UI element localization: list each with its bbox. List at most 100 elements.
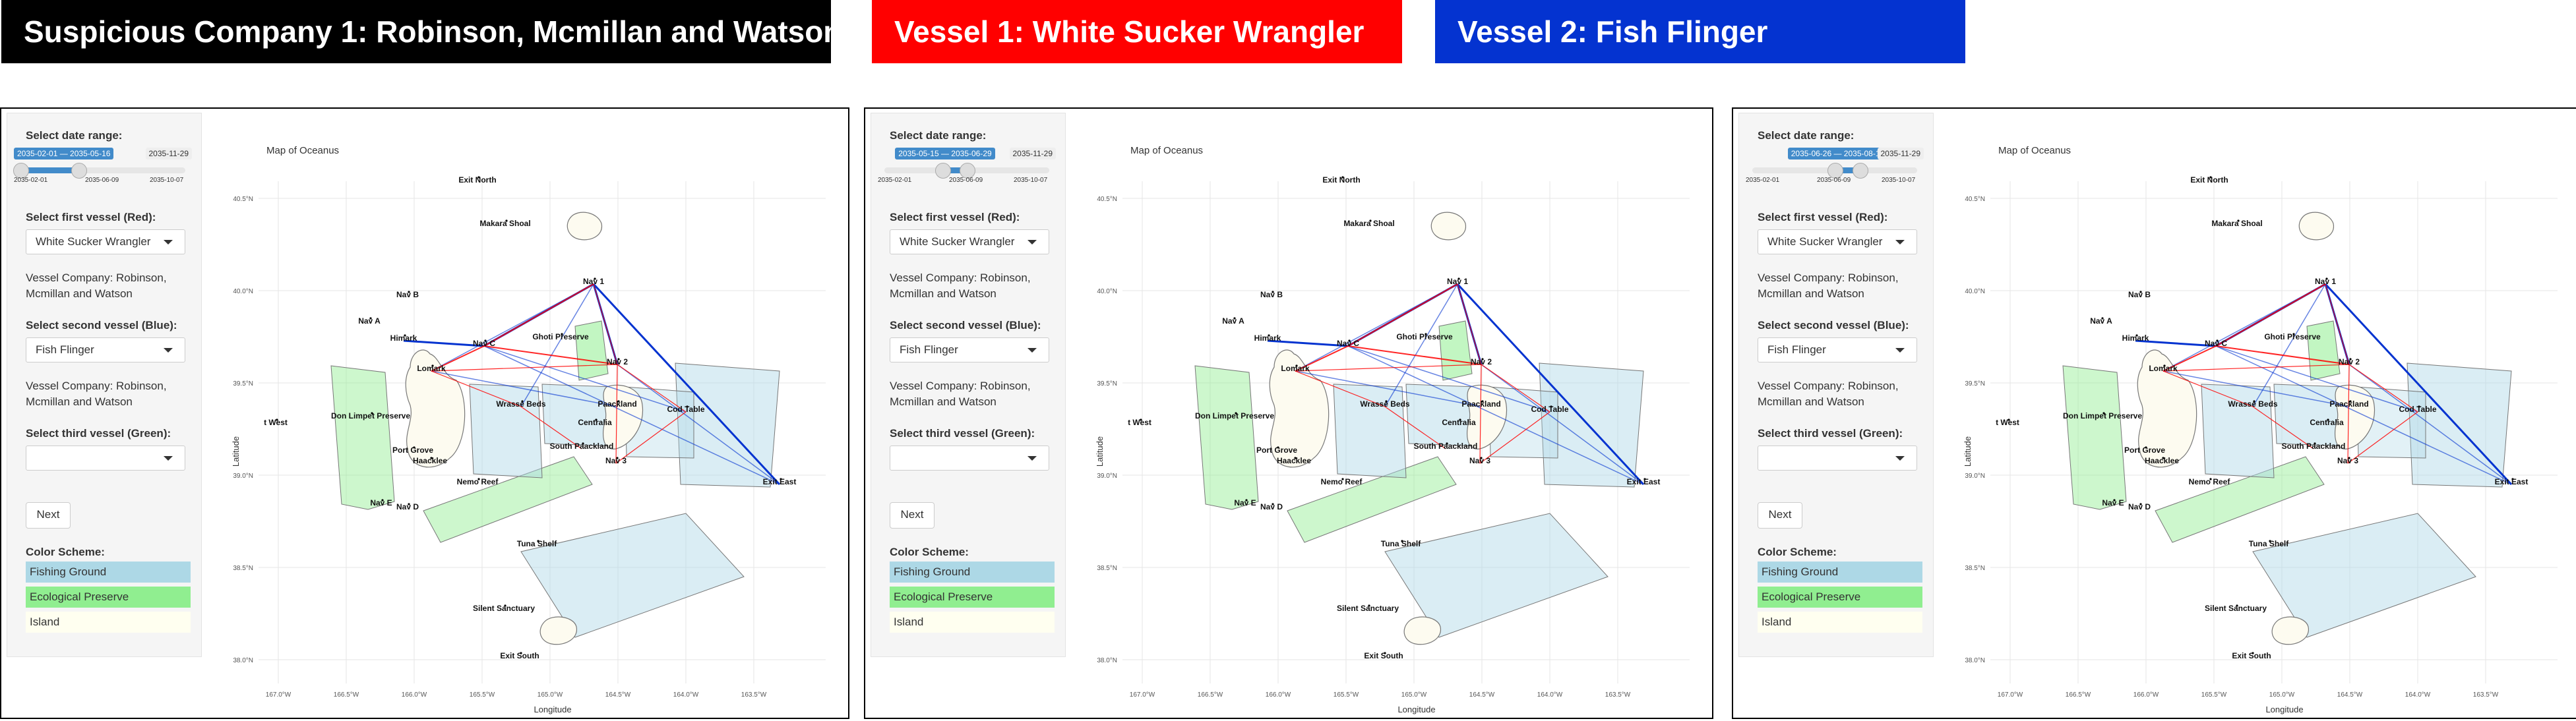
slider-selection [20,167,78,173]
x-axis-label: Longitude [1397,705,1435,714]
place-label: Nav A [2090,316,2112,326]
chevron-down-icon [1027,456,1037,461]
first-vessel-select[interactable]: White Sucker Wrangler [890,229,1049,254]
place-label: Nav 1 [2315,277,2336,286]
date-range-label: Select date range: [1758,129,1855,142]
place-label: Nav E [1234,498,1256,507]
place-label: Port Grove [1256,446,1297,455]
second-vessel-company: Vessel Company: Robinson, Mcmillan and W… [26,380,167,408]
second-vessel-label: Select second vessel (Blue): [26,319,177,332]
place-label: Port Grove [2124,446,2165,455]
place-label: Centralia [2310,418,2344,427]
first-vessel-select[interactable]: White Sucker Wrangler [1758,229,1917,254]
zone-polygon [1333,384,1407,478]
slider-tick: 2035-06-09 [85,177,119,184]
place-label: Tuna Shelf [2249,539,2289,548]
slider-tick: 2035-06-09 [1817,177,1851,184]
place-label: Ghoti Preserve [2264,332,2321,341]
dashboard-panel-2: Select date range: 2035-05-15 — 2035-06-… [864,107,1713,719]
y-tick-label: 40.5°N [233,196,253,203]
place-label: t West [1128,418,1151,427]
place-label: Tuna Shelf [1381,539,1421,548]
next-button[interactable]: Next [890,502,935,529]
place-label: Paackland [598,399,636,409]
zone-polygon [330,365,395,510]
slider-end-handle[interactable] [71,163,87,179]
first-vessel-company: Vessel Company: Robinson, Mcmillan and W… [890,272,1031,300]
first-vessel-select[interactable]: White Sucker Wrangler [26,229,185,254]
second-vessel-company: Vessel Company: Robinson, Mcmillan and W… [890,380,1031,408]
place-label: Nav B [396,290,419,299]
place-label: Port Grove [392,446,433,455]
third-vessel-select[interactable] [1758,446,1917,471]
y-axis-label: Latitude [231,436,241,467]
y-tick-label: 38.0°N [233,657,253,664]
x-tick-label: 166.5°W [2066,691,2091,699]
map-title: Map of Oceanus [266,145,339,156]
legend-island: Island [1758,612,1922,633]
slider-end-handle[interactable] [1852,163,1868,179]
slider-start-handle[interactable] [935,163,951,179]
x-tick-label: 165.5°W [1334,691,1359,699]
place-label: Haacklee [413,456,447,465]
place-label: Nemo Reef [457,477,499,486]
x-tick-label: 163.5°W [741,691,767,699]
slider-track[interactable] [1752,163,1917,179]
next-button[interactable]: Next [26,502,71,529]
legend-fishing-ground: Fishing Ground [26,562,191,583]
x-tick-label: 164.5°W [605,691,631,699]
place-label: Centralia [578,418,612,427]
dashboard-panel-3: Select date range: 2035-06-26 — 2035-08-… [1732,107,2576,719]
date-range-slider[interactable]: 2035-05-15 — 2035-06-29 2035-11-29 2035-… [878,148,1056,187]
place-label: Himark [1254,333,1281,343]
legend-fishing-ground: Fishing Ground [890,562,1055,583]
place-label: Exit East [763,477,797,486]
date-range-value: 2035-02-01 — 2035-05-16 [14,148,114,159]
third-vessel-select[interactable] [890,446,1049,471]
second-vessel-value: Fish Flinger [1767,343,1826,356]
map-title: Map of Oceanus [1130,145,1203,156]
place-label: Cod Table [2399,405,2436,414]
date-range-slider[interactable]: 2035-02-01 — 2035-05-16 2035-11-29 2035-… [13,148,192,187]
place-label: Lomark [1281,364,1310,373]
next-button[interactable]: Next [1758,502,1802,529]
y-tick-label: 40.0°N [1097,288,1117,295]
place-label: Nav D [396,502,419,511]
place-label: Exit South [1364,651,1403,660]
place-label: Exit South [2232,651,2271,660]
control-sidebar: Select date range: 2035-02-01 — 2035-05-… [7,113,202,657]
slider-track[interactable] [884,163,1049,179]
slider-tick: 2035-10-07 [1014,177,1048,184]
chevron-down-icon [1027,348,1037,353]
place-label: Paackland [1461,399,1500,409]
color-scheme-label: Color Scheme: [890,546,969,558]
second-vessel-company: Vessel Company: Robinson, Mcmillan and W… [1758,380,1899,408]
place-label: Haacklee [2145,456,2179,465]
place-label: Nav A [1222,316,1244,326]
x-tick-label: 166.0°W [402,691,427,699]
second-vessel-select[interactable]: Fish Flinger [1758,337,1917,362]
date-range-slider[interactable]: 2035-06-26 — 2035-08-14 2035-11-29 2035-… [1746,148,1924,187]
third-vessel-select[interactable] [26,446,185,471]
map-zones [330,212,780,645]
x-tick-label: 165.0°W [537,691,563,699]
x-tick-label: 167.0°W [1130,691,1155,699]
map-zones [1194,212,1644,645]
y-tick-label: 39.0°N [1965,473,1985,480]
place-label: Exit East [1627,477,1661,486]
oceanus-map[interactable]: Map of Oceanus Exit North Makara Shoal Nav… [1944,135,2576,715]
place-label: t West [264,418,288,427]
slider-track[interactable] [13,163,185,179]
x-tick-label: 163.5°W [1605,691,1631,699]
slider-tick: 2035-10-07 [150,177,184,184]
second-vessel-select[interactable]: Fish Flinger [26,337,185,362]
control-sidebar: Select date range: 2035-05-15 — 2035-06-… [871,113,1066,657]
third-vessel-label: Select third vessel (Green): [890,427,1035,440]
legend-ecological-preserve: Ecological Preserve [1758,587,1922,608]
second-vessel-select[interactable]: Fish Flinger [890,337,1049,362]
first-vessel-company: Vessel Company: Robinson, Mcmillan and W… [26,272,167,300]
oceanus-map[interactable]: Map of Oceanus Exit North Makara Shoal Nav… [212,135,845,715]
company-banner: Suspicious Company 1: Robinson, Mcmillan… [1,0,842,63]
place-label: Nav 2 [607,357,628,366]
oceanus-map[interactable]: Map of Oceanus Exit North Makara Shoal Nav… [1076,135,1709,715]
